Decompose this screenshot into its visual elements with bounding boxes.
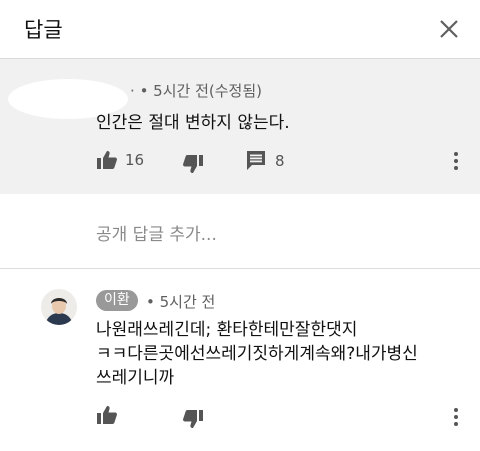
comment-text: 인간은 절대 변하지 않는다. [96,113,290,133]
page-title: 답글 [24,18,63,42]
more-vert-icon [454,408,458,426]
author-name-badge[interactable]: 이환 [96,290,138,311]
thumbs-up-icon [97,406,117,424]
comment-time: • 5시간 전(수정됨) [139,82,262,100]
thumbs-down-icon [183,410,203,428]
more-vert-icon [454,152,458,170]
close-icon [440,20,458,38]
comment-meta: · • 5시간 전(수정됨) [130,80,262,101]
parent-comment: · • 5시간 전(수정됨) 인간은 절대 변하지 않는다. 16 8 [0,59,480,194]
comment-line: ㅋㅋ다른곳에선쓰레기짓하게계속왜?내가병신 [96,344,418,364]
more-options-button[interactable] [451,150,461,172]
dislike-button[interactable] [182,409,204,429]
like-button[interactable] [96,405,118,425]
header: 답글 [0,0,480,58]
dislike-button[interactable] [182,154,204,174]
more-options-button[interactable] [451,406,461,428]
add-reply-input[interactable]: 공개 답글 추가... [96,220,217,245]
comment-text: 나원래쓰레긴데; 환타한테만잘한댓지 ㅋㅋ다른곳에선쓰레기짓하게계속왜?내가병신… [96,318,468,390]
comment-icon [247,151,265,170]
thumbs-up-icon [97,151,117,169]
close-button[interactable] [432,12,466,46]
like-button[interactable]: 16 [96,150,144,170]
avatar-image [41,289,77,325]
like-count: 16 [125,151,145,169]
replies-button[interactable]: 8 [246,150,285,171]
avatar[interactable] [41,289,77,325]
comment-line: 쓰레기니까 [96,368,175,388]
thumbs-down-icon [183,155,203,173]
divider [0,268,480,269]
reply-count: 8 [275,151,285,170]
author-name[interactable]: · [130,82,135,100]
comment-time: • 5시간 전 [146,293,216,311]
comment-line: 나원래쓰레긴데; 환타한테만잘한댓지 [96,320,358,340]
